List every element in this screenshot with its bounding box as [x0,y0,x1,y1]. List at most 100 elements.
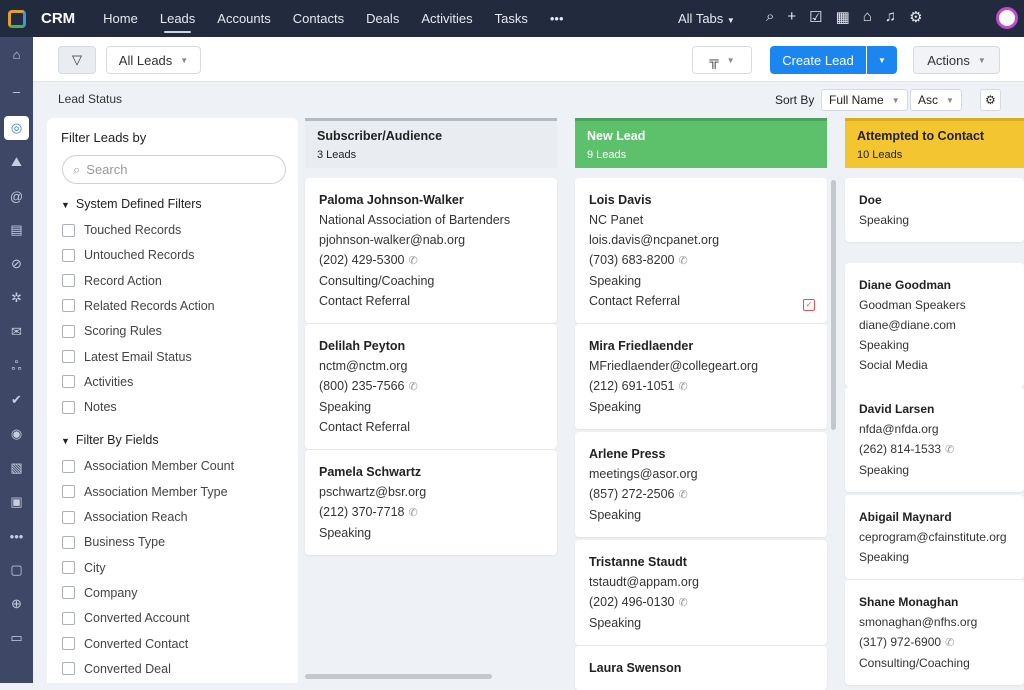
checkbox[interactable] [62,611,75,625]
create-lead-button[interactable]: Create Lead [770,46,866,74]
lead-name[interactable]: Laura Swenson [589,658,813,678]
lead-card[interactable]: Tristanne Staudt tstaudt@appam.org (202) 4… [575,540,827,645]
user-avatar[interactable] [996,7,1018,29]
campaign-icon[interactable]: ✉ [0,315,33,349]
kanban-settings-button[interactable]: ⚙ [980,89,1001,111]
filter-item[interactable]: Converted Account [62,611,190,625]
search-icon[interactable]: ⌕ [766,8,774,26]
chat-icon[interactable]: ▢ [0,553,33,587]
board-horizontal-scrollbar[interactable] [305,674,492,679]
check-icon[interactable]: ✔ [0,383,33,417]
social-icon[interactable]: ◉ [0,417,33,451]
nav-tab-deals[interactable]: Deals [366,11,399,26]
reports-icon[interactable]: ▧ [0,451,33,485]
nav-tab-tasks[interactable]: Tasks [495,11,528,26]
checkbox[interactable] [62,485,75,499]
gear-flower-icon[interactable]: ✲ [0,281,33,315]
sort-order-select[interactable]: Asc ▼ [910,89,962,111]
home-icon[interactable]: ⌂ [0,37,33,71]
nav-tab-accounts[interactable]: Accounts [217,11,270,26]
lead-card[interactable]: Lois Davis NC Panet lois.davis@ncpanet.org… [575,178,827,323]
lead-name[interactable]: Abigail Maynard [859,507,1016,527]
lead-name[interactable]: Mira Friedlaender [589,336,813,356]
analytics-icon[interactable]: ⛰ [0,145,33,179]
checkbox[interactable] [62,561,75,575]
checkbox[interactable] [62,662,75,676]
sort-field-select[interactable]: Full Name ▼ [821,89,908,111]
lead-name[interactable]: Diane Goodman [859,275,1016,295]
lead-name[interactable]: Tristanne Staudt [589,552,813,572]
lead-card[interactable]: Pamela Schwartz pschwartz@bsr.org (212) 37… [305,450,557,555]
all-tabs-dropdown[interactable]: All Tabs ▼ [678,11,735,26]
window-icon[interactable]: ▭ [0,621,33,655]
search-records-icon[interactable]: ⊕ [0,587,33,621]
phone-icon[interactable]: ✆ [945,444,954,456]
checkbox[interactable] [62,400,75,414]
lead-name[interactable]: Lois Davis [589,190,813,210]
email-icon[interactable]: @ [0,179,33,213]
checkbox[interactable] [62,535,75,549]
lead-name[interactable]: Pamela Schwartz [319,462,543,482]
lead-card[interactable]: Shane Monaghan smonaghan@nfhs.org (317) 97… [845,580,1024,685]
filter-item[interactable]: Activities [62,375,133,389]
phone-icon[interactable]: ✆ [678,381,687,393]
lead-card[interactable]: Doe Speaking [845,178,1024,242]
filter-section-header[interactable]: ▼ Filter By Fields [61,433,159,447]
filter-item[interactable]: Association Reach [62,510,188,524]
filter-item[interactable]: Converted Deal [62,662,171,676]
checkbox[interactable] [62,350,75,363]
filter-item[interactable]: Converted Contact [62,637,188,651]
nav-tab-contacts[interactable]: Contacts [293,11,344,26]
marketplace-icon[interactable]: ⌂ [863,8,872,26]
gear-icon[interactable]: ⚙ [909,8,922,26]
nav-tab-activities[interactable]: Activities [421,11,472,26]
task-icon[interactable]: ✓ [803,299,815,311]
filter-item[interactable]: Notes [62,400,117,414]
lead-name[interactable]: Shane Monaghan [859,592,1016,612]
layout-selector[interactable]: ╦ ▼ [692,46,752,74]
filter-item[interactable]: Business Type [62,535,165,549]
checkbox[interactable] [62,375,75,389]
view-selector[interactable]: All Leads ▼ [106,46,201,74]
filter-item[interactable]: Touched Records [62,223,181,237]
bell-icon[interactable]: ♫ [885,8,896,26]
nav-tab-leads[interactable]: Leads [160,11,195,33]
phone-icon[interactable]: ✆ [408,255,417,267]
filter-search-input[interactable]: ⌕ Search [62,155,286,184]
filter-toggle-button[interactable]: ▽ [58,46,96,74]
documents-icon[interactable]: ▣ [0,485,33,519]
team-icon[interactable]: ஃ [0,349,33,383]
create-lead-dropdown[interactable]: ▼ [867,46,897,74]
column-vertical-scrollbar[interactable] [831,180,836,430]
lead-card[interactable]: Paloma Johnson-Walker National Associatio… [305,178,557,323]
lead-card[interactable]: Arlene Press meetings@asor.org (857) 272-2… [575,432,827,537]
activity-icon[interactable]: ☑ [809,8,822,26]
crm-logo[interactable] [0,0,33,37]
filter-item[interactable]: Latest Email Status [62,350,192,364]
nav-tab-home[interactable]: Home [103,11,138,26]
checkbox[interactable] [62,248,75,262]
checkbox[interactable] [62,510,75,524]
checkbox[interactable] [62,586,75,600]
nav-tab-more[interactable]: ••• [550,11,564,26]
phone-icon[interactable]: ✆ [678,255,687,267]
filter-item[interactable]: Scoring Rules [62,324,162,338]
deals-icon[interactable]: ⊘ [0,247,33,281]
filter-item[interactable]: Association Member Type [62,485,228,499]
lead-card[interactable]: Diane Goodman Goodman Speakers diane@diane… [845,263,1024,387]
filter-section-header[interactable]: ▼ System Defined Filters [61,197,202,211]
phone-icon[interactable]: ✆ [408,507,417,519]
lead-name[interactable]: Arlene Press [589,444,813,464]
phone-icon[interactable]: ✆ [408,381,417,393]
phone-icon[interactable]: ✆ [678,597,687,609]
checkbox[interactable] [62,324,75,338]
checkbox[interactable] [62,274,75,288]
lead-card[interactable]: Laura Swenson [575,646,827,690]
filter-item[interactable]: Association Member Count [62,459,234,473]
checkbox[interactable] [62,299,75,313]
phone-icon[interactable]: ✆ [678,489,687,501]
more-icon[interactable]: ••• [0,519,33,553]
filter-item[interactable]: Record Action [62,274,162,288]
lead-card[interactable]: Delilah Peyton nctm@nctm.org (800) 235-756… [305,324,557,449]
phone-icon[interactable]: ✆ [945,637,954,649]
